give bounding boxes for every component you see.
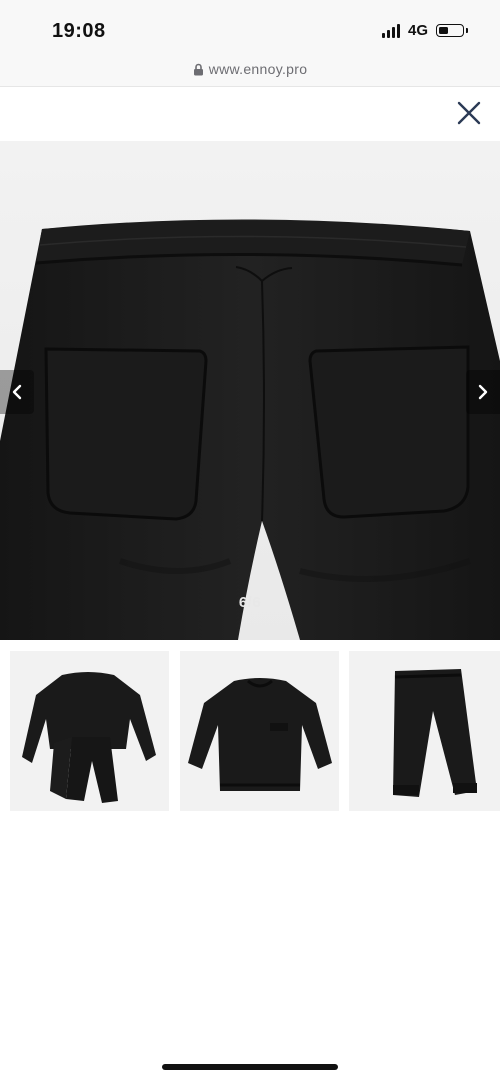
status-time: 19:08 — [52, 20, 106, 42]
previous-image-button[interactable] — [0, 370, 34, 414]
battery-icon — [436, 24, 468, 37]
sweatpants-back-image — [0, 141, 500, 640]
status-indicators: 4G — [381, 22, 468, 39]
close-button[interactable] — [456, 100, 482, 126]
cellular-signal-icon — [381, 23, 400, 38]
status-bar: 19:08 4G — [0, 0, 500, 58]
network-type: 4G — [407, 22, 428, 39]
main-product-image[interactable] — [0, 141, 500, 640]
image-counter: 6/6 — [238, 594, 262, 611]
chevron-left-icon — [12, 384, 22, 400]
thumbnail-strip — [10, 651, 500, 811]
close-icon — [457, 101, 481, 125]
lock-icon — [193, 63, 204, 76]
thumbnail-crewneck-sweatshirt[interactable] — [180, 651, 339, 811]
next-image-button[interactable] — [466, 370, 500, 414]
url-bar[interactable]: www.ennoy.pro — [0, 58, 500, 87]
url-text: www.ennoy.pro — [208, 61, 308, 77]
screen: 19:08 4G www.ennoy.pro 6/6 — [0, 0, 500, 1080]
thumbnail-sweat-set[interactable] — [10, 651, 169, 811]
thumbnail-sweatpants[interactable] — [349, 651, 500, 811]
battery-level — [438, 26, 449, 34]
chevron-right-icon — [478, 384, 488, 400]
home-indicator[interactable] — [162, 1064, 338, 1070]
